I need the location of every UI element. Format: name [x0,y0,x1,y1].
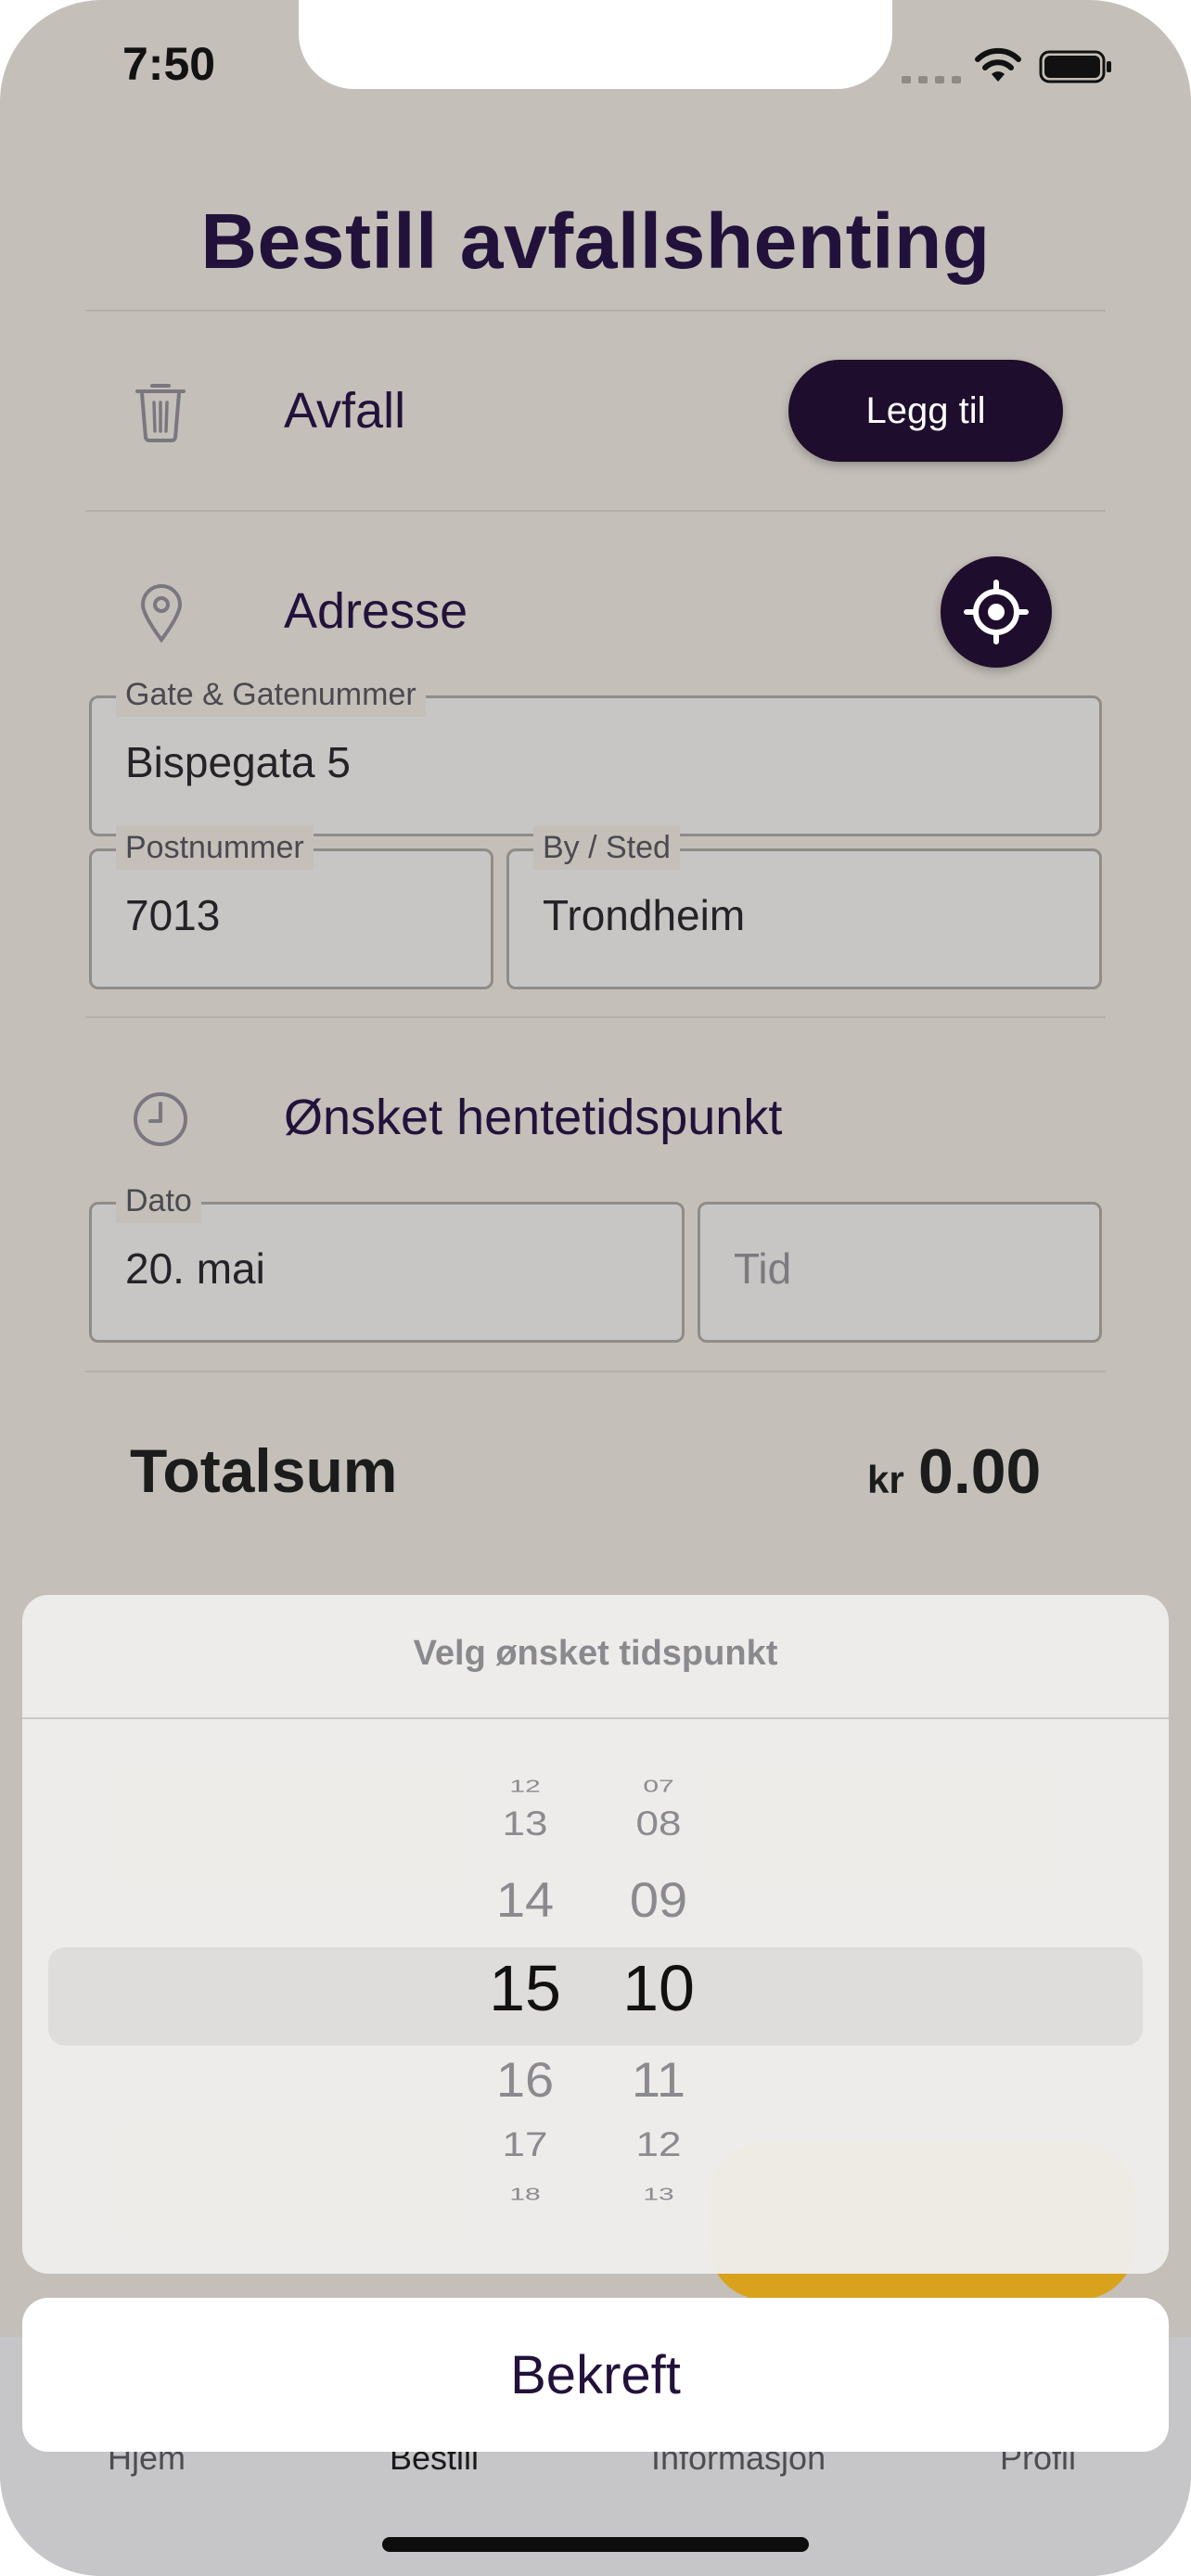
add-waste-button[interactable]: Legg til [788,360,1063,462]
time-field[interactable]: Tid [698,1202,1102,1343]
hour-wheel[interactable]: 12 13 14 15 16 17 18 [469,1595,581,2274]
divider [85,310,1106,312]
street-field-label: Gate & Gatenummer [116,672,426,717]
status-time: 7:50 [122,38,216,90]
time-field-placeholder: Tid [734,1244,792,1293]
minute-option[interactable]: 08 [603,1804,714,1844]
crosshair-icon [964,580,1029,644]
hour-option[interactable]: 12 [469,1778,581,1796]
pickup-time-label: Ønsket hentetidspunkt [284,1090,783,1145]
divider [85,510,1106,512]
time-picker-title: Velg ønsket tidspunkt [413,1634,778,1673]
divider [85,1371,1106,1372]
address-label: Adresse [284,583,468,639]
page-title: Bestill avfallshenting [200,198,991,285]
street-field-value: Bispegata 5 [125,738,351,786]
hour-option[interactable]: 14 [469,1871,581,1929]
hour-option[interactable]: 13 [469,1804,581,1844]
total-label: Totalsum [130,1436,398,1505]
minute-option[interactable]: 11 [603,2051,714,2109]
location-pin-icon [140,584,183,644]
confirm-button[interactable]: Bekreft [22,2298,1169,2452]
postal-code-field[interactable]: Postnummer 7013 [89,825,493,989]
city-field-value: Trondheim [543,891,746,939]
hour-option[interactable]: 17 [469,2125,581,2165]
app-screen: 7:50 Bestill avfallshenting Avfall Legg … [0,0,1191,2576]
confirm-button-label: Bekreft [510,2344,681,2405]
device-notch [299,0,892,89]
city-field[interactable]: By / Sted Trondheim [506,825,1102,989]
picker-selection-highlight [48,1947,1143,2046]
minute-option[interactable]: 12 [603,2125,714,2165]
trash-icon [135,384,186,442]
current-location-button[interactable] [941,556,1052,668]
total-amount: 0.00 [918,1436,1042,1507]
total-currency: kr [867,1458,904,1501]
clock-icon [134,1092,187,1146]
divider [22,1717,1169,1719]
date-field-label: Dato [116,1179,201,1223]
city-field-label: By / Sted [533,825,680,870]
minute-option[interactable]: 10 [603,1951,714,2025]
wifi-icon [975,47,1021,82]
cellular-signal-icon [902,76,961,83]
street-field[interactable]: Gate & Gatenummer Bispegata 5 [89,672,1102,836]
postal-code-field-value: 7013 [125,891,221,939]
date-field-value: 20. mai [125,1244,265,1293]
waste-label: Avfall [284,383,406,439]
hour-option[interactable]: 18 [469,2186,581,2204]
hour-option[interactable]: 15 [469,1951,581,2025]
minute-option[interactable]: 07 [603,1778,714,1796]
minute-wheel[interactable]: 07 08 09 10 11 12 13 [603,1595,714,2274]
add-waste-button-label: Legg til [865,389,986,431]
minute-option[interactable]: 13 [603,2186,714,2204]
time-picker-sheet: Velg ønsket tidspunkt 12 13 14 15 16 17 18 07 0… [22,1595,1169,2274]
minute-option[interactable]: 09 [603,1871,714,1929]
hour-option[interactable]: 16 [469,2051,581,2109]
home-indicator [382,2537,809,2552]
divider [85,1016,1106,1018]
postal-code-field-label: Postnummer [116,825,314,870]
battery-icon [1039,50,1111,83]
date-field[interactable]: Dato 20. mai [89,1179,685,1343]
